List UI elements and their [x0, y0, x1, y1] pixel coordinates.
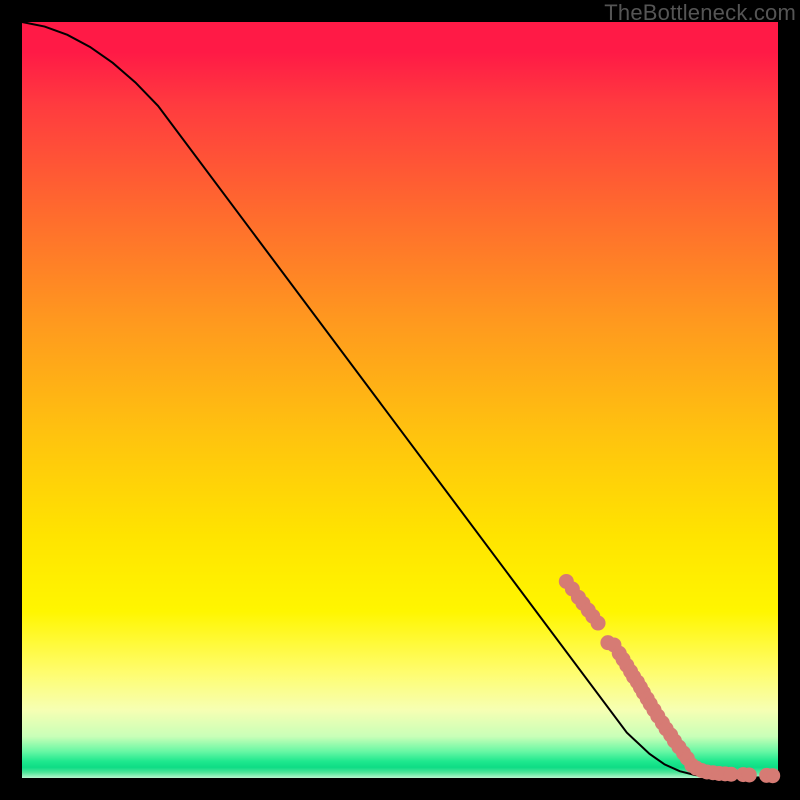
scatter-dot: [591, 616, 605, 630]
chart-svg: [22, 22, 778, 778]
scatter-dot: [766, 769, 780, 783]
chart-frame: [22, 22, 778, 778]
scatter-points: [559, 574, 779, 782]
bottleneck-curve: [22, 22, 778, 778]
scatter-dot: [742, 768, 756, 782]
